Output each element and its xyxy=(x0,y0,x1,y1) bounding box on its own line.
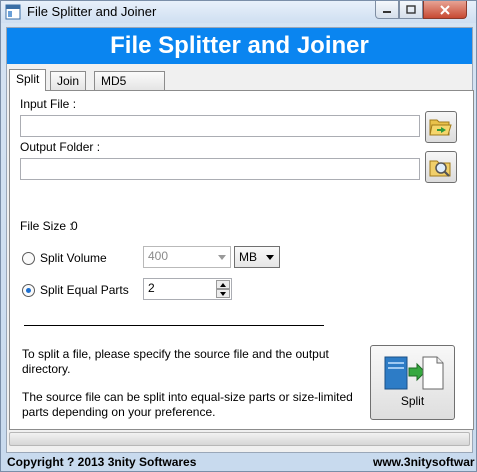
tab-md5-checksum[interactable]: MD5 Checksum xyxy=(94,71,165,102)
help-line: To split a file, please specify the sour… xyxy=(22,347,329,361)
input-file-label: Input File : xyxy=(20,97,77,111)
browse-file-button[interactable] xyxy=(425,111,457,143)
progress-bar xyxy=(9,432,470,446)
split-button-label: Split xyxy=(400,394,425,408)
banner-title: File Splitter and Joiner xyxy=(7,28,472,64)
help-text: To split a file, please specify the sour… xyxy=(22,347,372,420)
divider-line xyxy=(24,325,324,326)
tab-split[interactable]: Split xyxy=(9,69,47,91)
main-client-area: File Splitter and Joiner Split Join MD5 … xyxy=(6,27,474,453)
parts-value: 2 xyxy=(148,281,155,295)
close-button[interactable] xyxy=(423,1,467,19)
window-title: File Splitter and Joiner xyxy=(27,4,157,19)
stepper-down-icon[interactable] xyxy=(216,289,230,298)
volume-combo[interactable]: 400 xyxy=(143,246,231,268)
split-file-icon xyxy=(384,356,444,390)
maximize-icon xyxy=(406,5,416,14)
folder-search-icon xyxy=(429,160,451,177)
split-volume-radio[interactable] xyxy=(22,252,35,265)
file-size-value: 0 xyxy=(71,219,78,233)
minimize-icon xyxy=(383,10,391,13)
split-button[interactable]: Split xyxy=(370,345,455,420)
split-equal-parts-label[interactable]: Split Equal Parts xyxy=(40,283,129,297)
website-link[interactable]: www.3nitysoftwar xyxy=(373,455,477,469)
split-panel: Input File : Output Folder : File Size:… xyxy=(9,90,474,441)
file-size-label: File Size : xyxy=(20,219,73,233)
minimize-button[interactable] xyxy=(375,1,399,19)
unit-value: MB xyxy=(239,250,257,264)
split-equal-parts-radio[interactable] xyxy=(22,284,35,297)
copyright-text: Copyright ? 2013 3nity Softwares xyxy=(7,455,197,469)
browse-folder-button[interactable] xyxy=(425,151,457,183)
output-folder-field[interactable] xyxy=(20,158,420,180)
help-line: The source file can be split into equal-… xyxy=(22,390,353,404)
chevron-down-icon xyxy=(218,255,226,260)
maximize-button[interactable] xyxy=(399,1,423,19)
tab-join[interactable]: Join xyxy=(50,71,87,91)
app-window: File Splitter and Joiner File Splitter a… xyxy=(0,0,477,472)
volume-value: 400 xyxy=(148,249,169,263)
close-icon xyxy=(440,4,450,15)
help-line: parts depending on your preference. xyxy=(22,405,216,419)
input-file-field[interactable] xyxy=(20,115,420,137)
unit-select[interactable]: MB xyxy=(234,246,280,268)
folder-open-icon xyxy=(429,119,452,136)
output-folder-label: Output Folder : xyxy=(20,140,101,154)
app-window-icon xyxy=(5,4,21,20)
chevron-down-icon xyxy=(266,255,274,260)
help-line: directory. xyxy=(22,362,71,376)
stepper-up-icon[interactable] xyxy=(216,280,230,289)
split-volume-label[interactable]: Split Volume xyxy=(40,251,107,265)
title-bar[interactable]: File Splitter and Joiner xyxy=(1,1,476,23)
parts-stepper[interactable]: 2 xyxy=(143,278,232,300)
